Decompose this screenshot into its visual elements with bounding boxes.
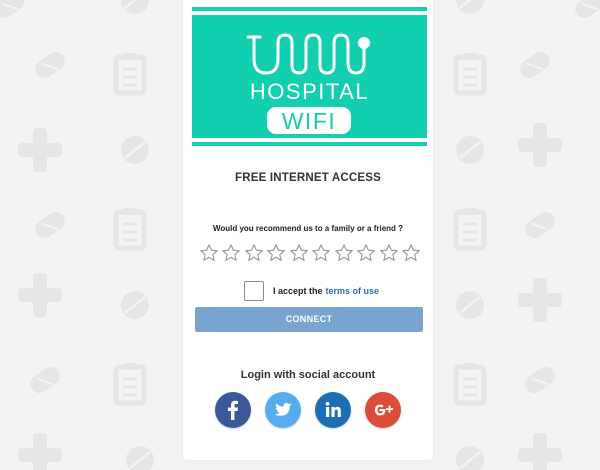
logo-text-hospital: HOSPITAL	[250, 79, 369, 104]
terms-prefix: I accept the	[273, 286, 323, 296]
star-icon[interactable]	[379, 243, 399, 263]
twitter-login-button[interactable]	[265, 392, 301, 428]
terms-row: I accept the terms of use	[244, 280, 379, 302]
terms-of-use-link[interactable]: terms of use	[326, 286, 380, 296]
star-icon[interactable]	[356, 243, 376, 263]
linkedin-login-button[interactable]	[315, 392, 351, 428]
terms-label: I accept the terms of use	[273, 286, 379, 296]
page-title: FREE INTERNET ACCESS	[234, 172, 382, 184]
login-card: HOSPITAL WIFI FREE INTERNET ACCESS Would…	[183, 0, 433, 460]
facebook-login-button[interactable]	[215, 392, 251, 428]
star-icon[interactable]	[311, 243, 331, 263]
connect-button[interactable]: CONNECT	[195, 307, 423, 332]
star-icon[interactable]	[334, 243, 354, 263]
star-icon[interactable]	[221, 243, 241, 263]
google-plus-login-button[interactable]	[365, 392, 401, 428]
rating-question: Would you recommend us to a family or a …	[212, 224, 404, 233]
star-icon[interactable]	[244, 243, 264, 263]
logo-text-wifi: WIFI	[282, 108, 337, 134]
twitter-icon	[274, 402, 292, 416]
hospital-wifi-logo: HOSPITAL WIFI	[192, 7, 427, 146]
social-login-title: Login with social account	[240, 369, 376, 381]
star-icon[interactable]	[289, 243, 309, 263]
google-plus-icon	[375, 404, 393, 416]
star-rating	[199, 243, 421, 265]
terms-checkbox[interactable]	[244, 281, 264, 301]
facebook-icon	[228, 400, 238, 420]
linkedin-icon	[325, 401, 341, 417]
star-icon[interactable]	[401, 243, 421, 263]
star-icon[interactable]	[199, 243, 219, 263]
star-icon[interactable]	[266, 243, 286, 263]
